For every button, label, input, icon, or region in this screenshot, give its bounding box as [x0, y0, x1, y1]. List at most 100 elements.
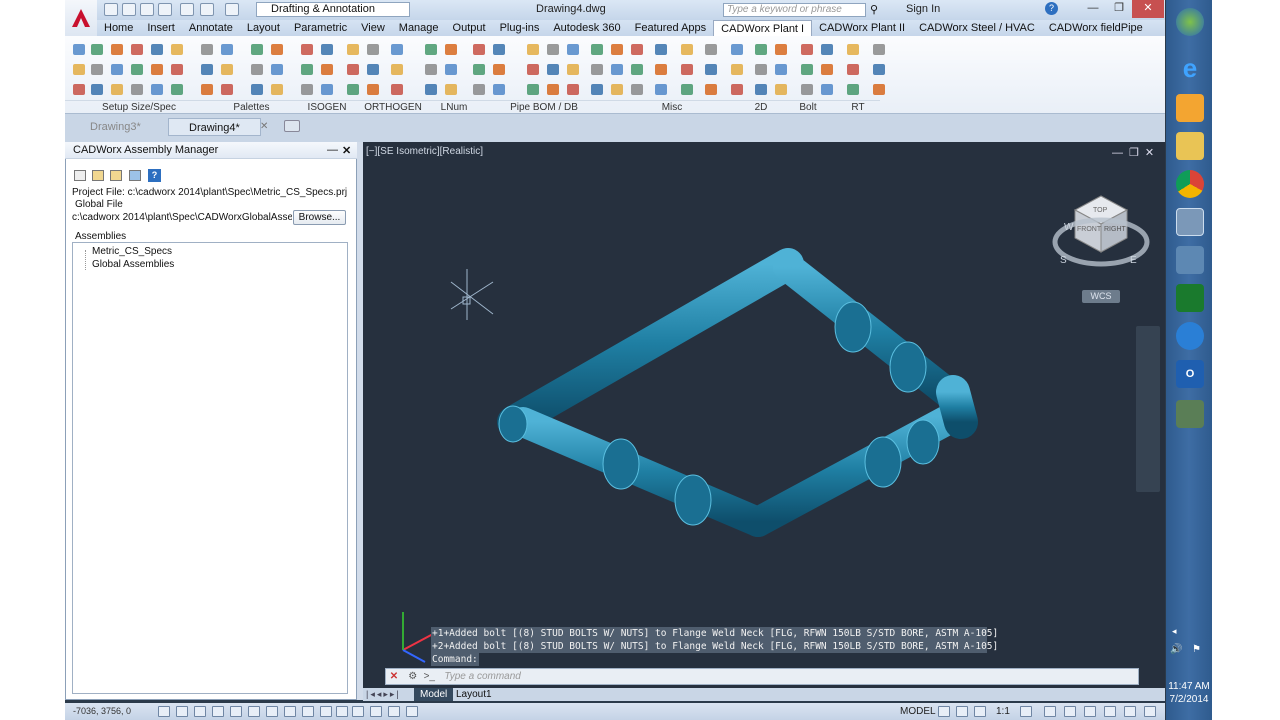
ribbon-tool-icon[interactable] — [151, 64, 163, 75]
ribbon-tool-icon[interactable] — [367, 84, 379, 95]
ribbon-tool-icon[interactable] — [755, 44, 767, 55]
flag-icon[interactable]: ⚑ — [1192, 644, 1201, 655]
ribbon-tool-icon[interactable] — [547, 44, 559, 55]
ribbon-tool-icon[interactable] — [631, 84, 643, 95]
status-toggle-icon[interactable] — [336, 706, 348, 717]
ribbon-tab[interactable]: CADWorx Plant I — [713, 20, 813, 36]
compass-east[interactable]: E — [1130, 255, 1137, 266]
ribbon-tool-icon[interactable] — [473, 44, 485, 55]
ribbon-tool-icon[interactable] — [755, 84, 767, 95]
ribbon-tool-icon[interactable] — [775, 64, 787, 75]
ribbon-tool-icon[interactable] — [591, 84, 603, 95]
ribbon-tool-icon[interactable] — [301, 84, 313, 95]
viewcube-right-label[interactable]: RIGHT — [1104, 226, 1126, 233]
ribbon-tool-icon[interactable] — [775, 84, 787, 95]
ribbon-tab[interactable]: Manage — [392, 20, 446, 36]
new-assembly-icon[interactable] — [74, 170, 86, 181]
minimize-palette-icon[interactable]: — — [327, 144, 338, 156]
ribbon-tab[interactable]: Layout — [240, 20, 287, 36]
status-toggle-icon[interactable] — [320, 706, 332, 717]
ribbon-tool-icon[interactable] — [801, 44, 813, 55]
status-tool-icon[interactable] — [974, 706, 986, 717]
ribbon-tool-icon[interactable] — [527, 84, 539, 95]
ribbon-tool-icon[interactable] — [91, 84, 103, 95]
status-toggle-icon[interactable] — [158, 706, 170, 717]
status-toggle-icon[interactable] — [212, 706, 224, 717]
status-tool-icon[interactable] — [1124, 706, 1136, 717]
ribbon-tool-icon[interactable] — [567, 64, 579, 75]
ribbon-tool-icon[interactable] — [731, 64, 743, 75]
ribbon-tool-icon[interactable] — [655, 44, 667, 55]
ribbon-tool-icon[interactable] — [321, 84, 333, 95]
status-toggle-icon[interactable] — [266, 706, 278, 717]
ribbon-tool-icon[interactable] — [611, 44, 623, 55]
ribbon-panel-label[interactable]: LNum — [422, 100, 486, 114]
ribbon-tab[interactable]: Plug-ins — [493, 20, 547, 36]
app-101-icon[interactable] — [1176, 322, 1204, 350]
chrome-icon[interactable] — [1176, 170, 1204, 198]
ribbon-tool-icon[interactable] — [655, 64, 667, 75]
help-icon[interactable]: ? — [148, 169, 161, 182]
help-icon[interactable]: ? — [1045, 2, 1058, 15]
status-tool-icon[interactable] — [1020, 706, 1032, 717]
ribbon-tool-icon[interactable] — [367, 44, 379, 55]
close-palette-icon[interactable]: ✕ — [342, 144, 351, 157]
ribbon-tool-icon[interactable] — [731, 44, 743, 55]
redo-icon[interactable] — [225, 3, 239, 16]
ribbon-tool-icon[interactable] — [73, 64, 85, 75]
ribbon-tool-icon[interactable] — [201, 44, 213, 55]
save-as-icon[interactable] — [158, 3, 172, 16]
ribbon-tool-icon[interactable] — [611, 84, 623, 95]
ribbon-tool-icon[interactable] — [493, 44, 505, 55]
ribbon-tool-icon[interactable] — [271, 64, 283, 75]
tab-drawing4[interactable]: Drawing4* — [168, 118, 261, 136]
navigation-bar[interactable] — [1136, 326, 1160, 492]
ribbon-panel-label[interactable]: Palettes — [213, 100, 290, 114]
ribbon-tool-icon[interactable] — [73, 84, 85, 95]
ribbon-tool-icon[interactable] — [731, 84, 743, 95]
status-toggle-icon[interactable] — [194, 706, 206, 717]
file-explorer-icon[interactable] — [1176, 132, 1204, 160]
ribbon-tool-icon[interactable] — [131, 64, 143, 75]
ribbon-tool-icon[interactable] — [755, 64, 767, 75]
model-space-button[interactable]: MODEL — [900, 706, 936, 717]
status-toggle-icon[interactable] — [302, 706, 314, 717]
status-toggle-icon[interactable] — [406, 706, 418, 717]
minimize-button[interactable]: — — [1080, 0, 1106, 18]
ribbon-tool-icon[interactable] — [221, 84, 233, 95]
ribbon-tool-icon[interactable] — [493, 84, 505, 95]
status-tool-icon[interactable] — [1044, 706, 1056, 717]
tab-layout1[interactable]: Layout1 — [450, 688, 498, 701]
status-toggle-icon[interactable] — [388, 706, 400, 717]
ribbon-tool-icon[interactable] — [251, 64, 263, 75]
ribbon-tool-icon[interactable] — [425, 84, 437, 95]
ribbon-tool-icon[interactable] — [705, 64, 717, 75]
annotation-scale[interactable]: 1:1 — [996, 706, 1010, 717]
ribbon-tool-icon[interactable] — [391, 84, 403, 95]
ribbon-tool-icon[interactable] — [91, 64, 103, 75]
autocad-taskbar-icon[interactable] — [1176, 400, 1204, 428]
customize-icon[interactable]: ⚙ — [405, 669, 421, 684]
import-icon[interactable] — [129, 170, 141, 181]
ribbon-tool-icon[interactable] — [801, 64, 813, 75]
ribbon-tool-icon[interactable] — [301, 44, 313, 55]
ribbon-tool-icon[interactable] — [847, 44, 859, 55]
ribbon-tool-icon[interactable] — [201, 84, 213, 95]
ribbon-tool-icon[interactable] — [473, 84, 485, 95]
ribbon-tab[interactable]: Autodesk 360 — [546, 20, 627, 36]
ribbon-tool-icon[interactable] — [91, 44, 103, 55]
ribbon-tab[interactable]: Parametric — [287, 20, 354, 36]
ribbon-tool-icon[interactable] — [425, 44, 437, 55]
ribbon-tool-icon[interactable] — [547, 64, 559, 75]
ribbon-tool-icon[interactable] — [445, 64, 457, 75]
ribbon-tool-icon[interactable] — [171, 84, 183, 95]
close-tab-icon[interactable]: ✕ — [260, 121, 268, 132]
layout-nav-arrows[interactable]: |◂◂▸▸| — [366, 689, 401, 700]
ribbon-panel-label[interactable]: Misc — [602, 100, 742, 114]
ribbon-tool-icon[interactable] — [445, 44, 457, 55]
tab-drawing3[interactable]: Drawing3* — [70, 118, 161, 136]
pipe-model[interactable] — [363, 142, 1165, 688]
ribbon-tool-icon[interactable] — [271, 44, 283, 55]
ribbon-tab[interactable]: Output — [446, 20, 493, 36]
ribbon-tool-icon[interactable] — [221, 44, 233, 55]
